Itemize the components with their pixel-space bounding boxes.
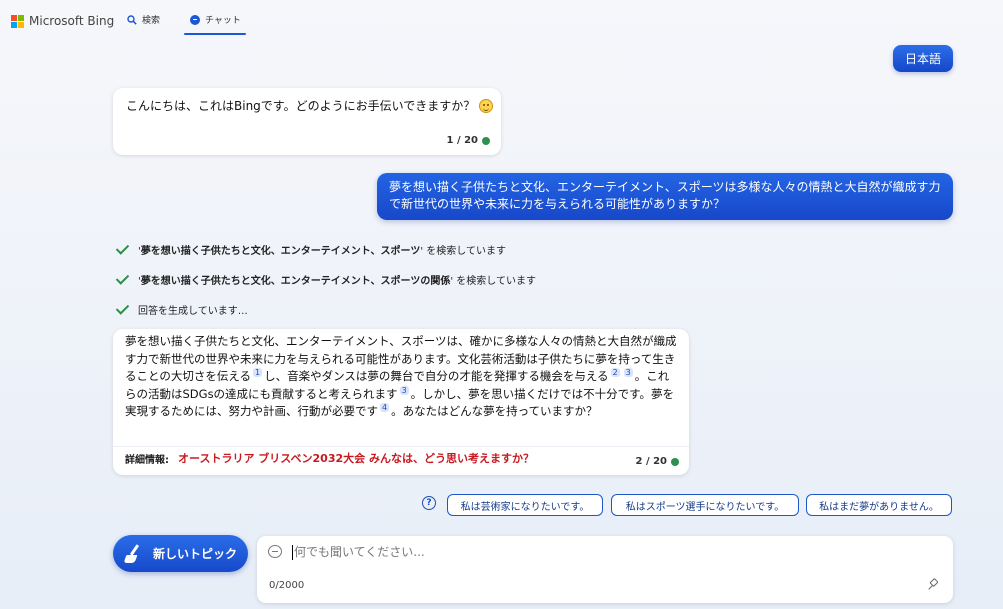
active-tab-indicator [184, 33, 246, 35]
logo-square-blue [11, 21, 17, 28]
status-dot-icon [482, 137, 490, 145]
counter-text: 1 / 20 [446, 135, 479, 146]
citation-2[interactable]: 2 [610, 368, 620, 377]
check-icon [115, 302, 130, 317]
status-text: 回答を生成しています… [138, 306, 248, 317]
generating-status: 回答を生成しています… [115, 302, 248, 317]
search-status-1: '夢を想い描く子供たちと文化、エンターテイメント、スポーツ' を検索しています [115, 242, 506, 257]
citation-4[interactable]: 4 [380, 403, 390, 412]
suggestion-chip-1[interactable]: 私は芸術家になりたいです。 [447, 494, 603, 516]
suggestion-chip-3[interactable]: 私はまだ夢がありません。 [806, 494, 952, 516]
microsoft-logo-icon [11, 14, 24, 28]
search-icon [127, 14, 137, 25]
citation-3[interactable]: 3 [623, 368, 633, 377]
chat-icon [190, 14, 200, 25]
status-text: '夢を想い描く子供たちと文化、エンターテイメント、スポーツの関係' を検索してい… [138, 276, 536, 287]
help-icon[interactable]: ? [422, 496, 436, 510]
chat-input[interactable] [292, 542, 914, 562]
status-text: '夢を想い描く子供たちと文化、エンターテイメント、スポーツ' を検索しています [138, 246, 506, 257]
learn-more-link[interactable]: オーストラリア ブリスベン2032大会 みんなは、どう思い考えますか？ [178, 450, 588, 467]
logo-square-green [18, 14, 24, 21]
bing-logo[interactable]: Microsoft Bing [11, 14, 114, 28]
search-status-2: '夢を想い描く子供たちと文化、エンターテイメント、スポーツの関係' を検索してい… [115, 272, 536, 287]
check-icon [115, 272, 130, 287]
char-counter: 0/2000 [269, 580, 305, 591]
check-icon [115, 242, 130, 257]
suggestion-chip-2[interactable]: 私はスポーツ選手になりたいです。 [611, 494, 799, 516]
user-message: 夢を想い描く子供たちと文化、エンターテイメント、スポーツは多様な人々の情熱と大自… [377, 173, 953, 220]
message-counter: 2 / 20 [635, 453, 679, 471]
tab-chat[interactable]: チャット [190, 13, 241, 26]
citation-3b[interactable]: 3 [399, 385, 409, 395]
broom-icon [123, 543, 145, 565]
chat-input-box[interactable]: 0/2000 [257, 536, 953, 603]
bot-message-answer: 夢を想い描く子供たちと文化、エンターテイメント、スポーツは、確かに多様な人々の情… [113, 329, 689, 475]
new-topic-button[interactable]: 新しいトピック [113, 535, 248, 572]
status-query: 夢を想い描く子供たちと文化、エンターテイメント、スポーツの関係 [140, 276, 451, 287]
logo-square-yellow [18, 21, 24, 28]
answer-divider [113, 446, 689, 447]
language-button[interactable]: 日本語 [893, 45, 953, 72]
logo-square-red [11, 14, 17, 21]
pin-icon[interactable] [927, 579, 939, 591]
learn-more-label: 詳細情報: [125, 455, 169, 466]
tab-search-label: 検索 [142, 16, 161, 26]
user-message-text: 夢を想い描く子供たちと文化、エンターテイメント、スポーツは多様な人々の情熱と大自… [389, 180, 941, 211]
bot-message-greeting: こんにちは、これはBingです。どのようにお手伝いできますか？ 1 / 20 [113, 88, 501, 155]
status-dot-icon [671, 458, 679, 466]
greeting-text-row: こんにちは、これはBingです。どのようにお手伝いできますか？ [126, 97, 494, 115]
new-topic-label: 新しいトピック [153, 547, 238, 561]
logo-text: Microsoft Bing [29, 14, 115, 28]
answer-text: 夢を想い描く子供たちと文化、エンターテイメント、スポーツは、確かに多様な人々の情… [125, 334, 677, 418]
greeting-text: こんにちは、これはBingです。どのようにお手伝いできますか？ [126, 99, 476, 113]
tab-search[interactable]: 検索 [127, 13, 160, 26]
chat-bubble-icon [268, 545, 282, 558]
status-query: 夢を想い描く子供たちと文化、エンターテイメント、スポーツ [140, 246, 421, 257]
smile-emoji-icon [479, 99, 494, 113]
top-bar: Microsoft Bing 検索 チャット [0, 0, 1003, 40]
message-counter: 1 / 20 [446, 132, 490, 150]
counter-text: 2 / 20 [635, 456, 668, 467]
citation-1[interactable]: 1 [253, 368, 263, 377]
tab-chat-label: チャット [205, 16, 241, 26]
